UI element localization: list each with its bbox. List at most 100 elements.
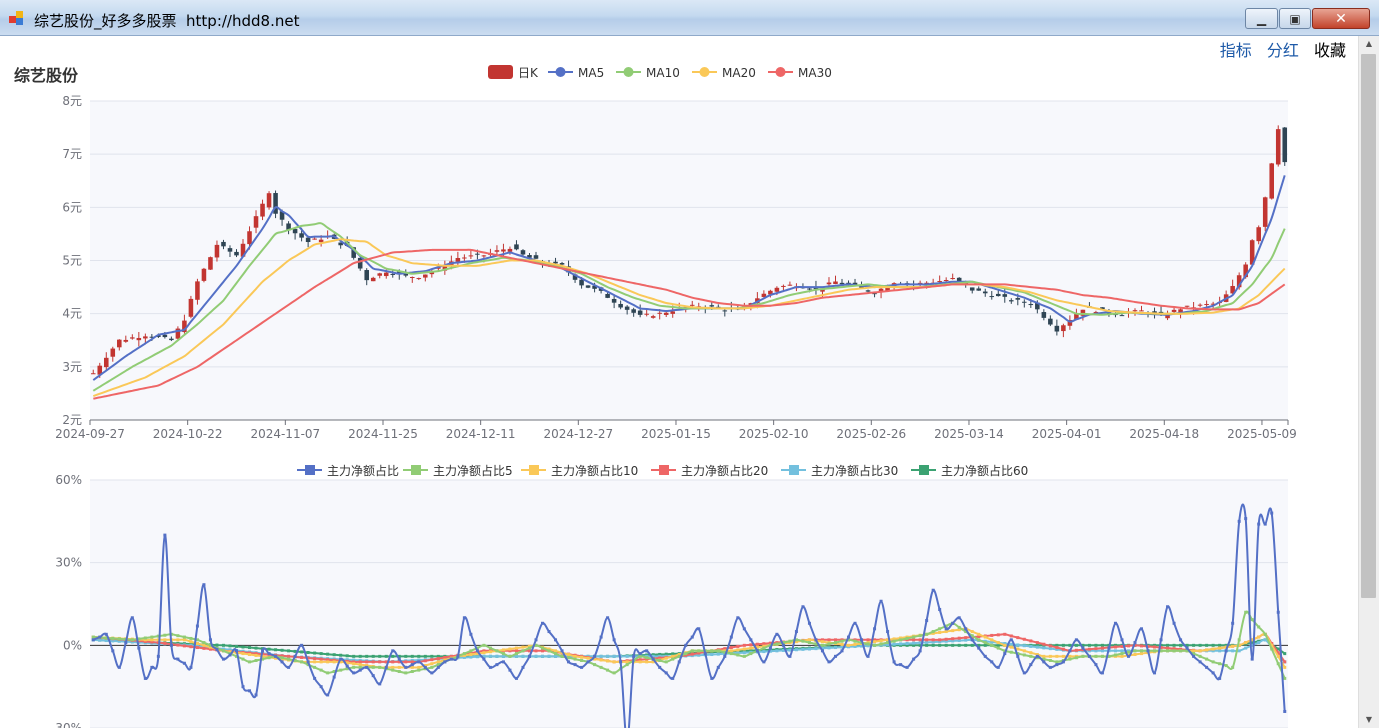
data-point [944, 630, 948, 634]
data-point [755, 642, 759, 646]
data-point [1211, 660, 1215, 664]
candle-body [117, 339, 122, 348]
data-point [1244, 517, 1248, 521]
data-point [840, 649, 844, 653]
data-point [1146, 649, 1150, 653]
scroll-thumb[interactable] [1361, 54, 1376, 598]
data-point [143, 676, 147, 680]
data-point [1244, 641, 1248, 645]
data-point [345, 654, 349, 658]
kline-y-tick-label: 4元 [62, 307, 82, 321]
data-point [111, 636, 115, 640]
candle-body [468, 255, 474, 257]
data-point [182, 661, 186, 665]
vertical-scrollbar[interactable]: ▲ ▼ [1358, 36, 1379, 728]
candle-body [423, 274, 428, 278]
data-point [462, 616, 466, 620]
data-point [1094, 654, 1098, 658]
candle-body [1009, 300, 1014, 302]
legend-label: 主力净额占比20 [681, 463, 768, 478]
data-point [736, 648, 740, 652]
data-point [1153, 645, 1157, 649]
data-point [176, 643, 180, 647]
kline-x-tick-label: 2024-11-25 [348, 427, 418, 441]
minimize-icon: ▁ [1256, 11, 1267, 26]
data-point [541, 621, 545, 625]
data-point [456, 654, 460, 658]
candle-body [169, 338, 174, 341]
data-point [1231, 665, 1235, 669]
data-point [573, 657, 577, 661]
data-point [195, 624, 199, 628]
candle-body [462, 257, 467, 259]
data-point [469, 649, 473, 653]
data-point [736, 644, 740, 648]
data-point [853, 642, 857, 646]
data-point [514, 676, 518, 680]
data-point [1166, 643, 1170, 647]
data-point [775, 642, 779, 646]
minimize-button[interactable]: ▁ [1245, 8, 1278, 29]
candle-body [1139, 310, 1144, 312]
scroll-down-arrow-icon[interactable]: ▼ [1359, 712, 1379, 728]
data-point [287, 654, 291, 658]
maximize-button[interactable]: ▣ [1279, 8, 1311, 29]
kline-y-tick-label: 3元 [62, 360, 82, 374]
data-point [1113, 645, 1117, 649]
candle-body [1256, 227, 1261, 242]
candle-body [364, 270, 369, 281]
mainforce-y-tick-label: -30% [51, 721, 82, 728]
data-point [98, 635, 102, 639]
data-point [1237, 519, 1241, 523]
data-point [925, 643, 929, 647]
data-point [925, 638, 929, 642]
data-point [593, 654, 597, 658]
data-point [736, 616, 740, 620]
candle-body [1015, 298, 1021, 300]
data-point [1172, 621, 1176, 625]
data-point [319, 660, 323, 664]
scroll-up-arrow-icon[interactable]: ▲ [1359, 36, 1379, 52]
legend-label: MA10 [646, 66, 680, 80]
data-point [840, 642, 844, 646]
legend-square [411, 465, 421, 475]
data-point [365, 665, 369, 669]
data-point [899, 663, 903, 667]
data-point [274, 654, 278, 658]
data-point [1198, 654, 1202, 658]
data-point [951, 637, 955, 641]
data-point [951, 629, 955, 633]
data-point [391, 654, 395, 658]
data-point [410, 663, 414, 667]
data-point [280, 656, 284, 660]
data-point [957, 643, 961, 647]
data-point [104, 632, 108, 636]
data-point [534, 638, 538, 642]
data-point [567, 660, 571, 664]
data-point [1257, 522, 1261, 526]
data-point [1133, 641, 1137, 645]
data-point [723, 654, 727, 658]
data-point [612, 654, 616, 658]
data-point [1003, 643, 1007, 647]
data-point [873, 643, 877, 647]
data-point [1074, 638, 1078, 642]
close-button[interactable]: ✕ [1312, 8, 1370, 29]
data-point [1250, 657, 1254, 661]
data-point [306, 660, 310, 664]
data-point [1263, 632, 1267, 636]
candle-body [787, 284, 793, 286]
data-point [234, 644, 238, 648]
data-point [248, 646, 252, 650]
data-point [1231, 621, 1235, 625]
data-point [1016, 643, 1020, 647]
data-point [554, 649, 558, 653]
data-point [1035, 641, 1039, 645]
data-point [378, 654, 382, 658]
data-point [1009, 645, 1013, 649]
data-point [1276, 662, 1280, 666]
data-point [1218, 643, 1222, 647]
data-point [1218, 662, 1222, 666]
data-point [658, 658, 662, 662]
data-point [690, 635, 694, 639]
